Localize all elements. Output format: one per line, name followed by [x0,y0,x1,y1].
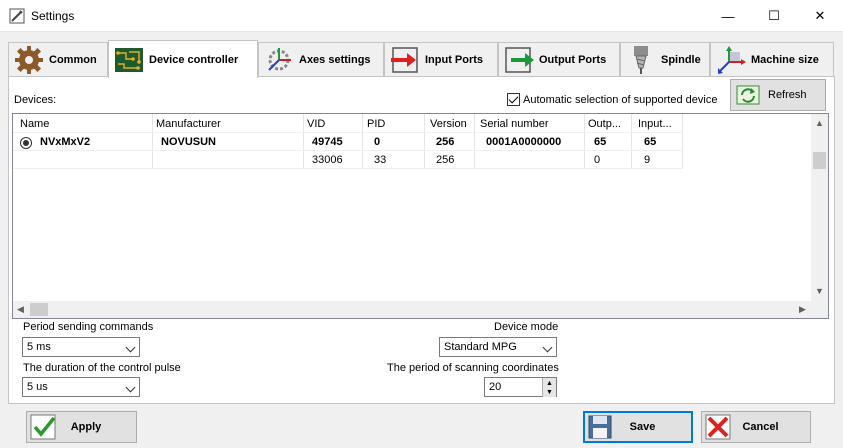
table-cell[interactable]: NOVUSUN [161,136,216,148]
column-header-pid[interactable]: PID [367,118,385,130]
table-cell[interactable]: 65 [594,136,606,148]
devices-table[interactable]: Name Manufacturer VID PID Version Serial… [12,113,829,319]
tab-axes-settings[interactable]: Axes settings [258,42,384,77]
column-header-outputs[interactable]: Outp... [588,118,621,130]
tab-machine-size-label: Machine size [751,54,819,66]
chevron-down-icon [542,342,553,353]
control-pulse-label: The duration of the control pulse [23,362,181,374]
refresh-icon [736,85,760,105]
device-mode-value: Standard MPG [444,341,517,353]
tab-input-ports-label: Input Ports [425,54,484,66]
auto-select-label: Automatic selection of supported device [523,93,718,106]
chevron-down-icon [125,342,136,353]
tab-spindle-label: Spindle [661,54,701,66]
column-header-version[interactable]: Version [430,118,467,130]
column-header-inputs[interactable]: Input... [638,118,672,130]
axes-gear-icon [268,48,291,71]
gear-icon [15,46,43,74]
refresh-button[interactable]: Refresh [730,79,826,111]
table-cell[interactable]: 0001A0000000 [486,136,561,148]
tab-device-controller-label: Device controller [149,53,239,66]
scroll-left-icon[interactable]: ◀ [17,304,24,315]
device-mode-select[interactable]: Standard MPG [439,337,557,357]
checkbox-checked-icon[interactable] [507,93,520,106]
save-button[interactable]: Save [583,411,693,443]
cancel-label: Cancel [742,421,779,433]
column-header-name[interactable]: Name [20,118,49,130]
tab-device-controller[interactable]: Device controller [108,40,258,78]
column-header-manufacturer[interactable]: Manufacturer [156,118,221,130]
input-arrow-icon [391,47,418,73]
device-mode-label: Device mode [494,321,559,333]
apply-button[interactable]: Apply [26,411,137,443]
minimize-button[interactable]: — [705,0,751,32]
app-icon [9,8,25,24]
tab-output-ports-label: Output Ports [539,54,607,66]
column-header-serial-number[interactable]: Serial number [480,118,548,130]
tab-bar: Common Device controller Axes settings I… [8,40,843,78]
machine-axes-icon [718,46,746,74]
table-cell[interactable]: 256 [436,154,454,166]
scan-period-value[interactable]: 20 [489,381,501,393]
save-label: Save [629,421,656,433]
maximize-button[interactable]: ☐ [751,0,797,32]
scroll-right-icon[interactable]: ▶ [799,304,806,315]
table-cell[interactable]: 0 [594,154,600,166]
output-arrow-icon [505,47,534,73]
vertical-scrollbar[interactable]: ▲ ▼ [811,114,828,302]
period-sending-label: Period sending commands [23,321,154,333]
tab-machine-size[interactable]: Machine size [710,42,834,77]
period-sending-value: 5 ms [27,341,51,353]
tab-spindle[interactable]: Spindle [620,42,710,77]
table-cell[interactable]: 0 [374,136,380,148]
close-button[interactable]: ✕ [797,0,843,32]
horizontal-scroll-thumb[interactable] [30,303,48,316]
scan-period-label: The period of scanning coordinates [387,362,559,374]
table-cell[interactable]: 49745 [312,136,343,148]
table-cell[interactable]: 256 [436,136,454,148]
table-cell[interactable]: 9 [644,154,650,166]
device-select-radio[interactable] [20,137,32,149]
chevron-down-icon [125,382,136,393]
table-cell[interactable]: 33 [374,154,386,166]
circuit-board-icon [115,47,143,72]
checkmark-icon [30,414,56,440]
window-title: Settings [31,9,75,23]
apply-label: Apply [70,421,102,433]
tab-input-ports[interactable]: Input Ports [384,42,498,77]
table-cell[interactable]: 65 [644,136,656,148]
auto-select-checkbox[interactable]: Automatic selection of supported device [507,93,717,106]
cancel-button[interactable]: Cancel [701,411,811,443]
column-header-vid[interactable]: VID [307,118,325,130]
scroll-up-icon[interactable]: ▲ [815,118,824,128]
devices-label: Devices: [14,94,57,106]
control-pulse-value: 5 us [27,381,48,393]
vertical-scroll-thumb[interactable] [813,152,826,169]
tab-output-ports[interactable]: Output Ports [498,42,620,77]
tab-common[interactable]: Common [8,42,108,77]
spin-down-icon[interactable]: ▼ [542,387,556,397]
cancel-x-icon [705,414,731,440]
floppy-disk-icon [588,415,612,439]
tab-common-label: Common [49,54,97,66]
period-sending-select[interactable]: 5 ms [22,337,140,357]
tab-axes-settings-label: Axes settings [299,54,371,66]
control-pulse-select[interactable]: 5 us [22,377,140,397]
refresh-label: Refresh [768,89,807,101]
scroll-down-icon[interactable]: ▼ [815,286,824,296]
table-cell[interactable]: 33006 [312,154,343,166]
scan-period-stepper[interactable]: 20 ▲ ▼ [484,377,557,397]
title-bar: Settings — ☐ ✕ [0,0,843,32]
horizontal-scrollbar[interactable]: ◀ ▶ [13,301,828,318]
spindle-icon [634,46,648,74]
table-cell[interactable]: NVxMxV2 [40,136,90,148]
